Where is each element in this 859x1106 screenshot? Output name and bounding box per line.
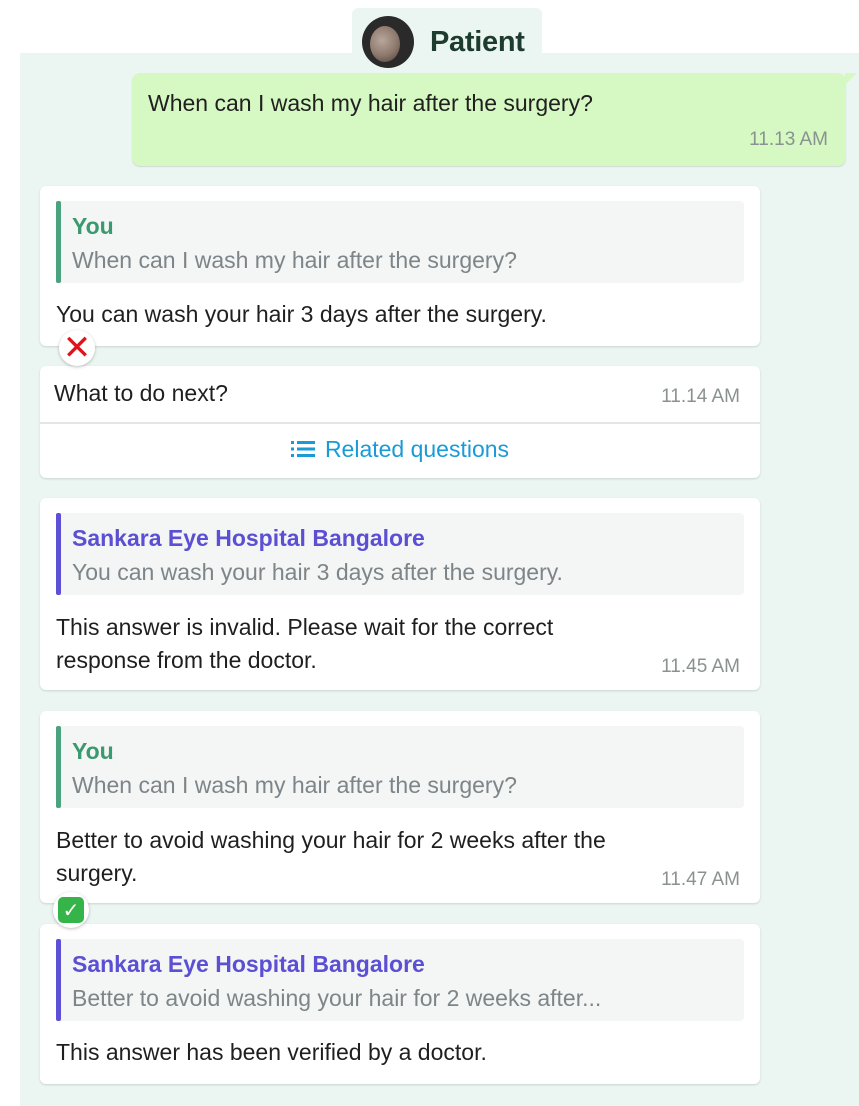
quoted-message[interactable]: You When can I wash my hair after the su…: [56, 201, 744, 283]
chat-title: Patient: [430, 26, 525, 58]
message-text: You can wash your hair 3 days after the …: [56, 301, 547, 327]
message-time: 11.13 AM: [749, 129, 828, 150]
reply-message[interactable]: Sankara Eye Hospital Bangalore Better to…: [40, 924, 760, 1084]
quoted-text: You can wash your hair 3 days after the …: [72, 559, 563, 585]
quoted-message[interactable]: Sankara Eye Hospital Bangalore Better to…: [56, 939, 744, 1021]
related-questions-label: Related questions: [324, 436, 510, 462]
message-text-line: surgery.: [56, 860, 138, 886]
message-text: When can I wash my hair after the surger…: [148, 90, 593, 116]
check-mark-icon: ✓: [53, 892, 89, 928]
cross-mark-icon: ✕: [59, 330, 95, 366]
message-text-line: This answer is invalid. Please wait for …: [56, 614, 554, 640]
quoted-message[interactable]: Sankara Eye Hospital Bangalore You can w…: [56, 513, 744, 595]
related-questions-button[interactable]: Related questions: [40, 436, 760, 464]
message-time: 11.45 AM: [661, 656, 740, 677]
list-icon: [290, 437, 315, 464]
message-time: 11.47 AM: [661, 869, 740, 890]
outgoing-message[interactable]: When can I wash my hair after the surger…: [132, 73, 857, 166]
reply-message[interactable]: You When can I wash my hair after the su…: [40, 711, 760, 903]
chat-header[interactable]: Patient: [352, 8, 542, 76]
quoted-sender: Sankara Eye Hospital Bangalore: [72, 951, 425, 977]
next-actions-card: What to do next? 11.14 AM Related questi…: [40, 366, 760, 478]
message-text-line: Better to avoid washing your hair for 2 …: [56, 827, 606, 853]
reply-message[interactable]: Sankara Eye Hospital Bangalore You can w…: [40, 498, 760, 690]
message-text-line: response from the doctor.: [56, 647, 317, 673]
patient-avatar: [362, 16, 414, 68]
next-prompt: What to do next?: [54, 380, 228, 406]
message-time: 11.14 AM: [661, 386, 740, 407]
quoted-message[interactable]: You When can I wash my hair after the su…: [56, 726, 744, 808]
quoted-text: When can I wash my hair after the surger…: [72, 247, 517, 273]
divider: [40, 422, 760, 424]
quoted-text: Better to avoid washing your hair for 2 …: [72, 985, 602, 1011]
quoted-sender: You: [72, 738, 114, 764]
quoted-text: When can I wash my hair after the surger…: [72, 772, 517, 798]
quoted-sender: Sankara Eye Hospital Bangalore: [72, 525, 425, 551]
reply-message[interactable]: You When can I wash my hair after the su…: [40, 186, 760, 346]
quoted-sender: You: [72, 213, 114, 239]
message-text: This answer has been verified by a docto…: [56, 1039, 487, 1065]
